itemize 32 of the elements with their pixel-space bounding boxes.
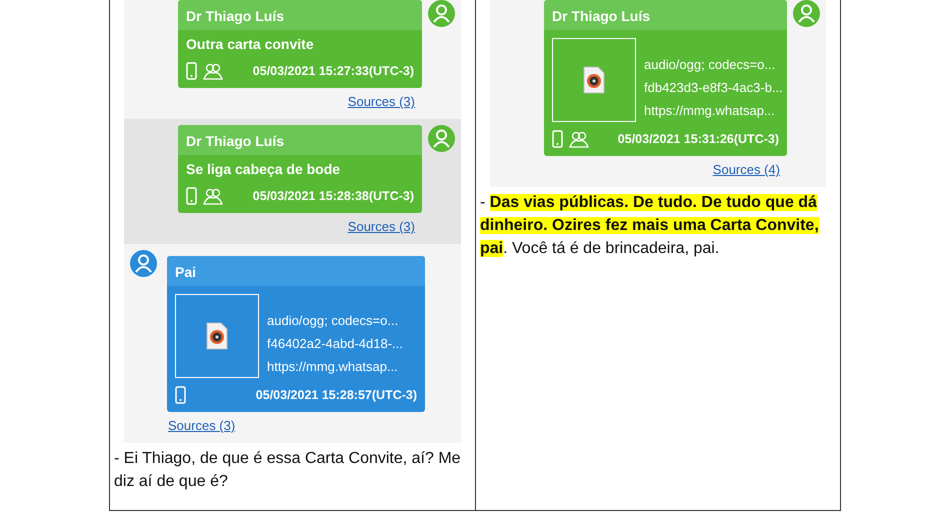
sender-name: Dr Thiago Luís <box>186 8 284 24</box>
transcript-text: - Ei Thiago, de que é essa Carta Convite, aí? Me diz aí de que é? <box>114 449 462 492</box>
attachment-detail: audio/ogg; codecs=o... <box>644 56 776 72</box>
phone-icon <box>175 386 186 404</box>
sources-link[interactable]: Sources (3) <box>168 418 236 433</box>
message-timestamp: 05/03/2021 15:28:57(UTC-3) <box>256 388 417 402</box>
message-timestamp: 05/03/2021 15:28:38(UTC-3) <box>252 189 414 203</box>
attachment-thumbnail[interactable] <box>552 38 636 122</box>
audio-file-icon <box>206 322 228 350</box>
attachment-detail: f46402a2-4abd-4d18-... <box>267 336 403 350</box>
avatar-icon <box>130 250 157 277</box>
message-text: Se liga cabeça de bode <box>186 161 340 177</box>
attachment-detail: audio/ogg; codecs=o... <box>267 312 400 328</box>
transcript-text: - Das vias públicas. De tudo. De tudo que dá dinheiro. Ozires fez mais uma Carta Convite, pai. Você tá é de brincadeira, pai. <box>480 193 820 259</box>
audio-file-icon <box>583 66 605 94</box>
sources-link[interactable]: Sources (3) <box>348 219 415 234</box>
sender-name: Dr Thiago Luís <box>552 8 650 24</box>
attachment-detail: https://mmg.whatsap... <box>644 102 776 118</box>
message-timestamp: 05/03/2021 15:31:26(UTC-3) <box>618 132 779 146</box>
sources-link[interactable]: Sources (4) <box>712 162 780 177</box>
sources-link[interactable]: Sources (3) <box>348 94 415 109</box>
message-text: Outra carta convite <box>186 36 314 52</box>
attachment-detail: fdb423d3-e8f3-4ac3-b... <box>644 80 783 94</box>
phone-icon <box>186 187 197 205</box>
avatar-icon <box>428 125 455 152</box>
sender-name: Pai <box>175 264 196 280</box>
phone-icon <box>552 130 563 148</box>
message-timestamp: 05/03/2021 15:27:33(UTC-3) <box>252 64 414 78</box>
attachment-detail: https://mmg.whatsap... <box>267 358 399 374</box>
sender-name: Dr Thiago Luís <box>186 133 284 149</box>
phone-icon <box>186 62 197 80</box>
attachment-thumbnail[interactable] <box>175 294 259 378</box>
